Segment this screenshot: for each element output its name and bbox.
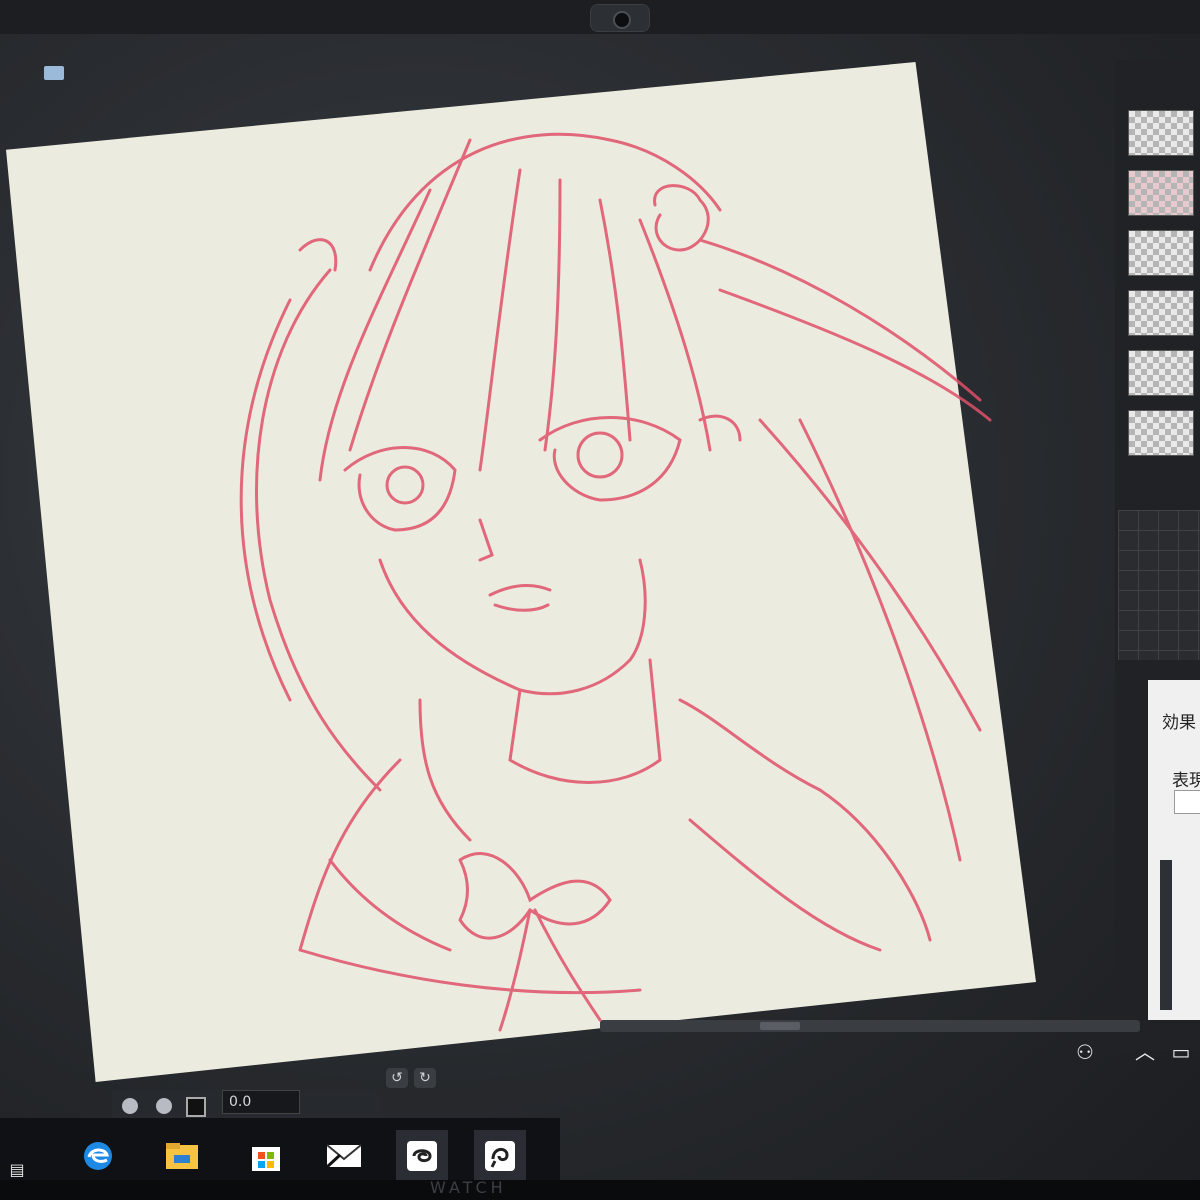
battery-icon[interactable]: ▭ (1168, 1040, 1194, 1064)
screen-bottom-bezel (0, 1180, 1200, 1200)
chevron-up-icon[interactable]: ︿ (1132, 1040, 1158, 1064)
layer-thumbnail[interactable] (1128, 290, 1194, 336)
fit-window-icon[interactable] (186, 1097, 206, 1117)
layer-thumbnail[interactable] (1128, 170, 1194, 216)
layer-thumbnail[interactable] (1128, 230, 1194, 276)
rotate-left-icon[interactable]: ↺ (386, 1068, 408, 1088)
expression-color-field[interactable] (1174, 790, 1200, 814)
expression-label: 表現 (1172, 771, 1200, 791)
layer-thumbnail[interactable] (1128, 350, 1194, 396)
zoom-in-icon[interactable] (156, 1098, 172, 1114)
microsoft-store-icon[interactable] (240, 1130, 292, 1182)
clip-studio-icon[interactable] (474, 1130, 526, 1188)
brand-text: WATCH (430, 1178, 507, 1197)
file-explorer-icon[interactable] (156, 1130, 208, 1182)
people-icon[interactable]: ⚇ (1072, 1040, 1098, 1064)
edge-browser-icon[interactable] (72, 1130, 124, 1182)
layer-thumbnail[interactable] (1128, 410, 1194, 456)
film-icon[interactable]: ▤ (4, 1158, 30, 1182)
clip-studio-paint-icon[interactable] (396, 1130, 448, 1188)
effect-label: 効果 (1162, 713, 1196, 733)
zoom-out-icon[interactable] (122, 1098, 138, 1114)
scrollbar-thumb[interactable] (760, 1022, 800, 1030)
layer-thumbnail[interactable] (1128, 110, 1194, 156)
zoom-value[interactable]: 0.0 (222, 1090, 300, 1114)
navigator-grid[interactable] (1118, 510, 1200, 660)
layer-properties-panel: 効果 表現 (1148, 680, 1200, 1020)
rotate-right-icon[interactable]: ↻ (414, 1068, 436, 1088)
horizontal-scrollbar[interactable] (600, 1020, 1140, 1032)
mail-icon[interactable] (318, 1130, 370, 1182)
vertical-scrollbar[interactable] (1160, 860, 1172, 1010)
